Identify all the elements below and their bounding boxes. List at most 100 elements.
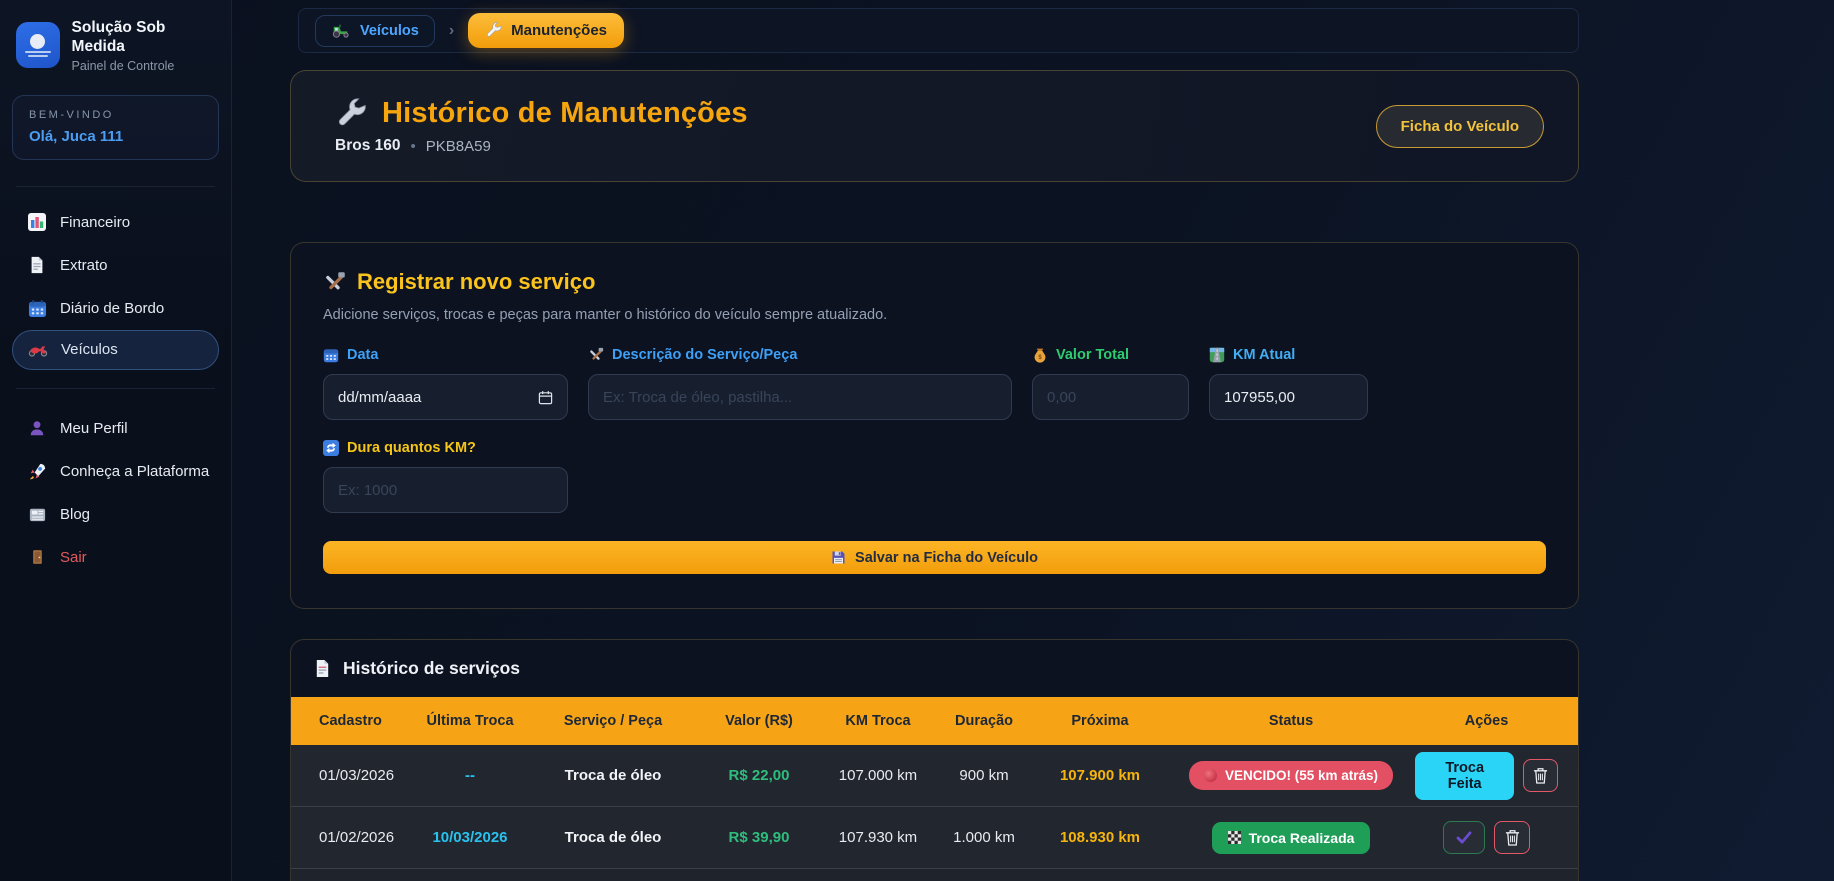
app-logo-row: Solução Sob Medida Painel de Controle — [0, 14, 231, 87]
vehicle-plate: PKB8A59 — [425, 137, 491, 155]
status-label: VENCIDO! (55 km atrás) — [1224, 768, 1379, 783]
cell-valor: R$ 22,00 — [728, 767, 790, 784]
person-icon — [27, 418, 47, 438]
status-badge-vencido: VENCIDO! (55 km atrás) — [1188, 761, 1394, 790]
breadcrumb-label: Manutenções — [511, 22, 608, 39]
descricao-input[interactable] — [603, 388, 997, 406]
sidebar-item-label: Extrato — [60, 256, 108, 274]
service-history-card: Histórico de serviços Cadastro Última Tr… — [290, 639, 1579, 881]
sidebar-item-veiculos[interactable]: Veículos — [12, 329, 219, 370]
status-label: Troca Realizada — [1248, 829, 1355, 846]
tractor-icon — [331, 23, 351, 38]
cell-cadastro: 01/02/2026 — [319, 829, 395, 846]
sidebar-item-diario[interactable]: Diário de Bordo — [0, 287, 231, 330]
delete-button[interactable] — [1523, 759, 1558, 792]
page-title: Histórico de Manutenções — [382, 97, 748, 129]
repeat-icon — [323, 440, 339, 456]
cell-servico: Troca de óleo — [564, 829, 662, 846]
sidebar-item-label: Diário de Bordo — [60, 299, 165, 317]
confirm-button[interactable] — [1443, 821, 1485, 854]
column-header: Última Troca — [426, 713, 514, 729]
field-descricao: Descrição do Serviço/Peça — [588, 347, 1012, 420]
cell-duracao: 1.000 km — [953, 829, 1015, 846]
sidebar-item-meu-perfil[interactable]: Meu Perfil — [0, 407, 231, 450]
troca-feita-button[interactable]: Troca Feita — [1415, 751, 1515, 800]
newspaper-icon — [27, 504, 47, 524]
ficha-do-veiculo-button[interactable]: Ficha do Veículo — [1375, 104, 1544, 148]
cell-km-troca: 107.930 km — [838, 829, 918, 846]
date-picker-icon[interactable] — [538, 390, 553, 405]
app-subtitle: Painel de Controle — [71, 58, 175, 73]
field-label: Dura quantos KM? — [347, 440, 476, 456]
field-label: Valor Total — [1056, 347, 1130, 363]
breadcrumb-label: Veículos — [360, 22, 419, 39]
cell-valor: R$ 39,90 — [728, 829, 790, 846]
breadcrumb-manutencoes[interactable]: Manutenções — [468, 13, 625, 48]
cell-duracao: 900 km — [959, 767, 1009, 784]
table-title: Histórico de serviços — [343, 658, 521, 678]
column-header: Status — [1268, 713, 1314, 729]
km-atual-input[interactable] — [1224, 388, 1353, 406]
app-logo-icon — [16, 22, 60, 69]
cell-cadastro: 01/03/2026 — [319, 767, 395, 784]
form-title: Registrar novo serviço — [357, 269, 596, 294]
hammer-wrench-icon — [588, 347, 604, 363]
sidebar-item-blog[interactable]: Blog — [0, 493, 231, 536]
calendar-icon — [27, 298, 47, 318]
column-header: Serviço / Peça — [563, 713, 663, 729]
sidebar-divider — [16, 185, 215, 187]
table-header-row: Cadastro Última Troca Serviço / Peça Val… — [291, 697, 1578, 745]
breadcrumb: Veículos › Manutenções — [298, 8, 1579, 53]
breadcrumb-veiculos[interactable]: Veículos — [315, 14, 435, 47]
sidebar-item-label: Conheça a Plataforma — [60, 462, 210, 480]
app-title: Solução Sob Medida — [71, 19, 166, 56]
door-icon — [27, 547, 47, 567]
wrench-icon — [485, 22, 502, 39]
sidebar-item-extrato[interactable]: Extrato — [0, 244, 231, 287]
column-header: Duração — [954, 713, 1014, 729]
sidebar: Solução Sob Medida Painel de Controle BE… — [0, 0, 232, 881]
dura-km-input[interactable] — [338, 481, 553, 499]
sidebar-item-label: Meu Perfil — [60, 419, 128, 437]
breadcrumb-separator: › — [448, 21, 455, 39]
rocket-icon — [27, 461, 47, 481]
field-label: KM Atual — [1233, 347, 1296, 363]
sidebar-divider — [16, 387, 215, 389]
welcome-label: BEM-VINDO — [29, 108, 114, 121]
red-circle-icon — [1203, 769, 1217, 782]
column-header: Ações — [1464, 713, 1509, 729]
field-dura-km: Dura quantos KM? — [323, 440, 568, 513]
date-input[interactable] — [338, 388, 530, 406]
wrench-icon — [335, 97, 367, 130]
main-content: Veículos › Manutenções Histórico de Manu… — [232, 0, 1834, 881]
sidebar-item-label: Blog — [60, 505, 91, 523]
sidebar-item-sair[interactable]: Sair — [0, 536, 231, 579]
field-label: Descrição do Serviço/Peça — [612, 347, 798, 363]
column-header: Cadastro — [319, 713, 382, 729]
field-km-atual: KM Atual — [1209, 347, 1368, 420]
column-header: KM Troca — [845, 713, 911, 729]
welcome-user: Olá, Juca 111 — [29, 127, 124, 145]
maintenance-header-card: Histórico de Manutenções Bros 160 • PKB8… — [290, 70, 1579, 182]
delete-button[interactable] — [1494, 821, 1530, 854]
bar-chart-icon — [27, 212, 47, 232]
save-button[interactable]: Salvar na Ficha do Veículo — [323, 541, 1546, 574]
field-data: Data — [323, 347, 568, 420]
dot-separator: • — [410, 137, 416, 155]
document-icon — [313, 659, 332, 678]
register-service-card: Registrar novo serviço Adicione serviços… — [290, 242, 1579, 609]
vehicle-name: Bros 160 — [335, 137, 401, 154]
checkered-flag-icon — [1227, 831, 1241, 844]
sidebar-item-financeiro[interactable]: Financeiro — [0, 201, 231, 244]
valor-input[interactable] — [1047, 388, 1174, 406]
floppy-disk-icon — [831, 550, 846, 565]
sidebar-item-label: Sair — [60, 548, 87, 566]
table-row: 01/02/2026 10/03/2026 Troca de óleo R$ 3… — [291, 807, 1578, 869]
hammer-wrench-icon — [323, 271, 346, 294]
field-valor: $ Valor Total — [1032, 347, 1189, 420]
table-row: 01/03/2026 -- Troca de óleo R$ 22,00 107… — [291, 745, 1578, 807]
welcome-box: BEM-VINDO Olá, Juca 111 — [12, 94, 219, 160]
sidebar-menu: Financeiro Extrato Diário de Bordo Veícu… — [0, 201, 231, 579]
sidebar-item-conheca[interactable]: Conheça a Plataforma — [0, 450, 231, 493]
cell-ultima-troca: -- — [465, 767, 475, 784]
